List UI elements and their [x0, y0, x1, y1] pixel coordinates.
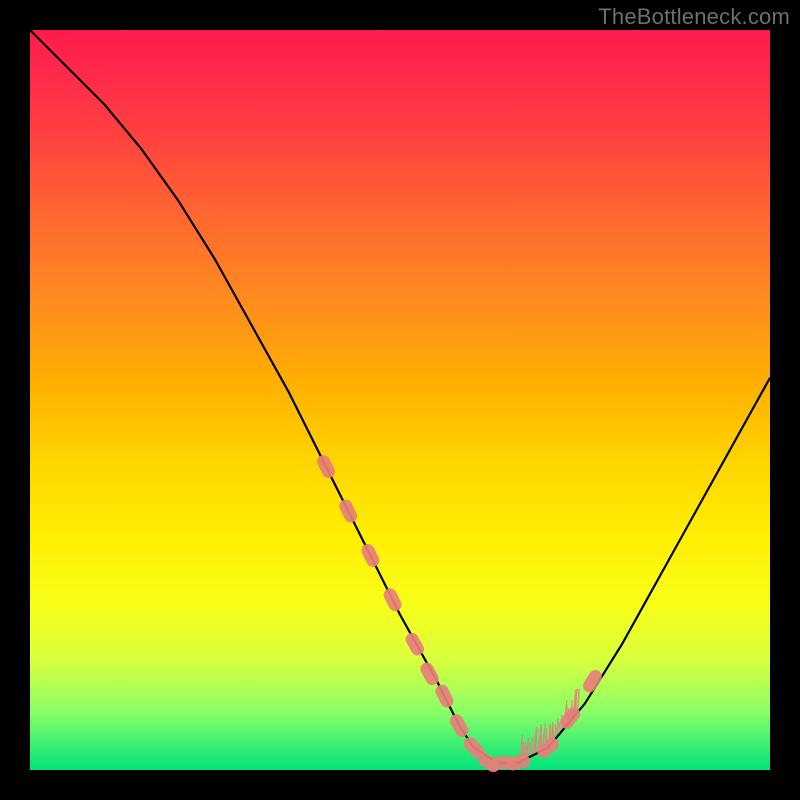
watermark-text: TheBottleneck.com: [598, 4, 790, 30]
chart-frame: TheBottleneck.com: [0, 0, 800, 800]
curve-layer: [30, 30, 770, 770]
highlighted-points: [315, 453, 604, 775]
bottleneck-curve: [30, 30, 770, 763]
plot-area: [30, 30, 770, 770]
